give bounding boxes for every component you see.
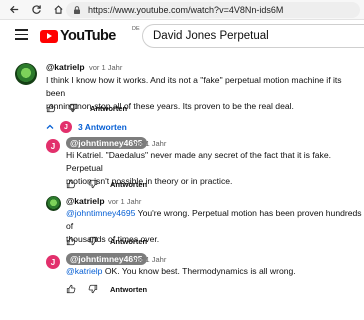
- reply-time[interactable]: vor 1 Jahr: [133, 255, 166, 264]
- reply-actions: Antworten: [66, 179, 147, 189]
- search-value: David Jones Perpetual: [153, 30, 269, 42]
- reply-button[interactable]: Antworten: [110, 237, 147, 246]
- like-icon[interactable]: [66, 236, 76, 246]
- comment-actions: Antworten: [46, 103, 127, 113]
- logo-text: YouTube: [60, 28, 116, 44]
- lock-icon: [74, 6, 80, 14]
- comment-time[interactable]: vor 1 Jahr: [89, 63, 122, 72]
- mention-link[interactable]: @johntimney4695: [66, 208, 135, 218]
- like-icon[interactable]: [66, 179, 76, 189]
- search-input[interactable]: David Jones Perpetual: [142, 24, 364, 48]
- reply-time[interactable]: vor 1 Jahr: [133, 139, 166, 148]
- reload-icon[interactable]: [28, 2, 44, 18]
- reply-text-line: @katrielp OK. You know best. Thermodynam…: [66, 266, 296, 276]
- logo-region: DE: [132, 26, 140, 32]
- reply-time[interactable]: vor 1 Jahr: [108, 197, 141, 206]
- avatar[interactable]: J: [46, 139, 60, 153]
- like-icon[interactable]: [66, 284, 76, 294]
- avatar[interactable]: J: [46, 255, 60, 269]
- comment-author[interactable]: @katrielp: [46, 62, 85, 72]
- hamburger-menu-icon[interactable]: [15, 29, 28, 40]
- replies-toggle[interactable]: J 3 Antworten: [46, 121, 127, 133]
- reply-text-line: Hi Katriel. "Daedalus" never made any se…: [66, 150, 331, 173]
- reply-text: @katrielp OK. You know best. Thermodynam…: [66, 265, 362, 278]
- reply-actions: Antworten: [66, 284, 147, 294]
- avatar[interactable]: [15, 63, 37, 85]
- replies-count[interactable]: 3 Antworten: [78, 122, 127, 132]
- browser-toolbar: https://www.youtube.com/watch?v=4V8Nn-id…: [0, 0, 364, 20]
- avatar: J: [60, 121, 72, 133]
- chevron-up-icon: [46, 124, 54, 129]
- back-icon[interactable]: [6, 2, 22, 18]
- reply-button[interactable]: Antworten: [110, 285, 147, 294]
- reply-button[interactable]: Antworten: [90, 104, 127, 113]
- reply-actions: Antworten: [66, 236, 147, 246]
- url-text: https://www.youtube.com/watch?v=4V8Nn-id…: [88, 5, 284, 15]
- dislike-icon[interactable]: [68, 103, 78, 113]
- reply-button[interactable]: Antworten: [110, 180, 147, 189]
- reply-text-line: @johntimney4695 You're wrong. Perpetual …: [66, 208, 362, 231]
- home-icon[interactable]: [50, 2, 66, 18]
- dislike-icon[interactable]: [88, 284, 98, 294]
- dislike-icon[interactable]: [88, 236, 98, 246]
- play-logo-icon: [40, 29, 58, 43]
- reply-author[interactable]: @katrielp: [66, 196, 105, 206]
- address-bar[interactable]: https://www.youtube.com/watch?v=4V8Nn-id…: [66, 2, 360, 18]
- comment-text-line: I think I know how it works. And its not…: [46, 75, 342, 98]
- mention-link[interactable]: @katrielp: [66, 266, 102, 276]
- youtube-logo[interactable]: YouTube DE: [40, 26, 140, 44]
- avatar[interactable]: [46, 196, 61, 211]
- dislike-icon[interactable]: [88, 179, 98, 189]
- like-icon[interactable]: [46, 103, 56, 113]
